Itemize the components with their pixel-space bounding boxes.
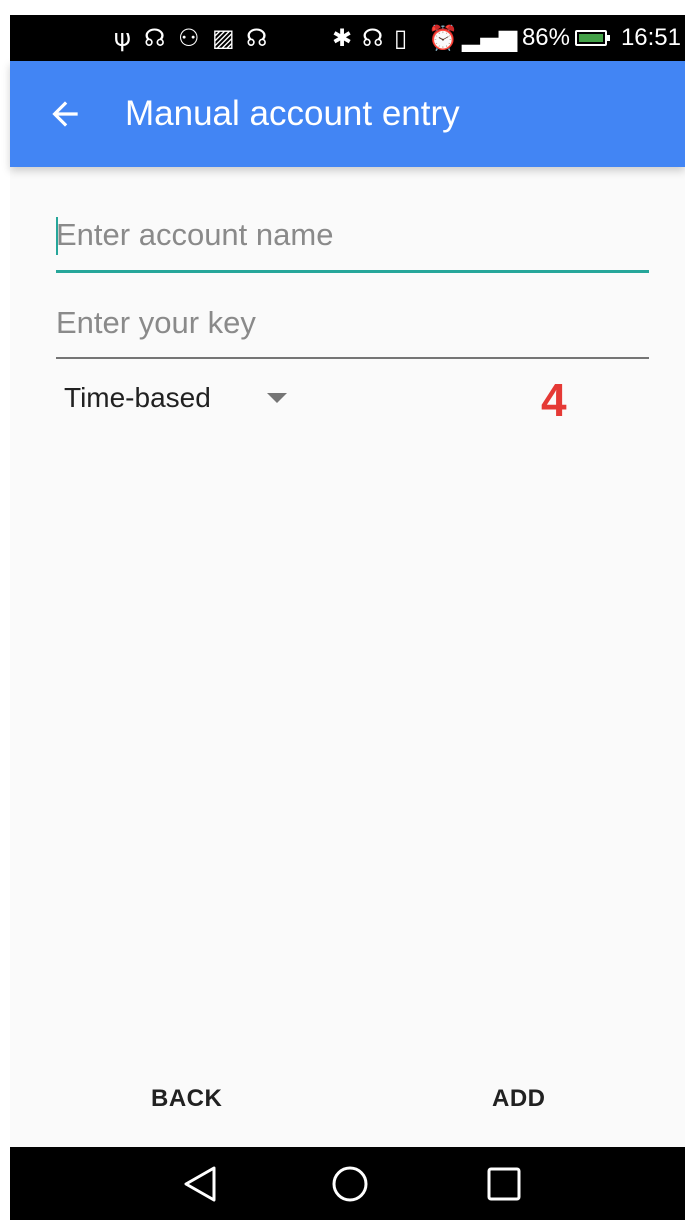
battery-charging-icon bbox=[575, 30, 610, 46]
nav-bar bbox=[10, 1147, 685, 1220]
page-title: Manual account entry bbox=[125, 94, 460, 133]
battery-percent: 86% bbox=[521, 24, 570, 51]
account-name-placeholder[interactable]: Enter account name bbox=[56, 215, 649, 255]
form-content: Enter account name Enter your key Time-b… bbox=[10, 167, 685, 1147]
key-placeholder[interactable]: Enter your key bbox=[56, 303, 649, 343]
status-time: 16:51 bbox=[620, 24, 681, 51]
text-cursor bbox=[56, 217, 58, 255]
headphones-icon: ☊ bbox=[362, 24, 384, 52]
nav-recents-icon[interactable] bbox=[486, 1165, 522, 1203]
nav-back-icon[interactable] bbox=[182, 1165, 218, 1203]
annotation-number: 4 bbox=[541, 374, 567, 426]
type-dropdown[interactable]: Time-based bbox=[64, 382, 287, 414]
headset-icon: ☊ bbox=[144, 24, 166, 52]
app-bar: Manual account entry bbox=[10, 61, 685, 167]
add-button[interactable]: ADD bbox=[492, 1085, 546, 1113]
android-debug-icon: ⚇ bbox=[178, 24, 200, 52]
status-bar: ψ ☊ ⚇ ▨ ☊ ✱ ☊ ▯ ⏰ ▂▄▆ 86% 16:51 bbox=[10, 15, 685, 61]
sync-headset-icon: ☊ bbox=[246, 24, 268, 52]
vibrate-icon: ▯ bbox=[394, 24, 408, 52]
image-icon: ▨ bbox=[212, 24, 235, 52]
key-underline bbox=[56, 357, 649, 359]
bluetooth-icon: ✱ bbox=[332, 24, 353, 52]
account-name-underline bbox=[56, 270, 649, 273]
type-dropdown-value: Time-based bbox=[64, 382, 211, 413]
usb-icon: ψ bbox=[114, 24, 131, 52]
signal-hplus-icon: ▂▄▆ bbox=[462, 24, 518, 52]
dropdown-caret-icon bbox=[266, 393, 287, 403]
nav-home-icon[interactable] bbox=[331, 1165, 369, 1203]
account-name-field[interactable]: Enter account name bbox=[56, 215, 649, 273]
back-arrow-icon[interactable] bbox=[46, 95, 84, 133]
back-button[interactable]: BACK bbox=[151, 1085, 222, 1113]
key-field[interactable]: Enter your key bbox=[56, 303, 649, 359]
alarm-icon: ⏰ bbox=[428, 24, 458, 52]
